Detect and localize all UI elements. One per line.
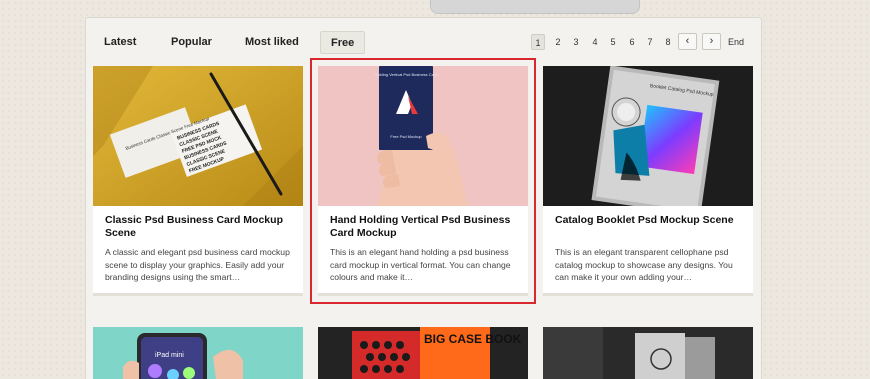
dark-scene-image — [543, 327, 753, 379]
mockup-card-thumbnail[interactable]: BIG CASE BOOK — [318, 327, 528, 379]
tab-most-liked[interactable]: Most liked — [245, 31, 299, 53]
card-description: A classic and elegant psd business card … — [105, 247, 290, 282]
device-edge-decoration — [430, 0, 640, 14]
card-title[interactable]: Hand Holding Vertical Psd Business Card … — [330, 214, 518, 240]
page-4[interactable]: 4 — [588, 34, 602, 50]
mockup-gallery-panel: Latest Popular Most liked Free 1 2 3 4 5… — [85, 17, 762, 379]
end-page-button[interactable]: End — [725, 34, 747, 50]
page-8[interactable]: 8 — [661, 34, 675, 50]
card-title[interactable]: Catalog Booklet Psd Mockup Scene — [555, 214, 743, 227]
page-3[interactable]: 3 — [569, 34, 583, 50]
page-1[interactable]: 1 — [531, 34, 545, 50]
tab-free[interactable]: Free — [320, 31, 366, 54]
page-2[interactable]: 2 — [551, 34, 565, 50]
next-page-button[interactable]: › — [702, 33, 721, 50]
card-thumbnail: BUSINESS CARDS CLASSIC SCENE FREE PSD MO… — [93, 66, 303, 206]
mockup-card[interactable]: BUSINESS CARDS CLASSIC SCENE FREE PSD MO… — [93, 66, 303, 296]
card-description: This is an elegant hand holding a psd bu… — [330, 247, 511, 282]
card-image-caption-top: Holding Vertical Psd Business Card — [375, 72, 438, 77]
tab-popular[interactable]: Popular — [171, 31, 212, 53]
big-case-book-image: BIG CASE BOOK — [318, 327, 528, 379]
mockup-card-thumbnail[interactable]: iPad mini — [93, 327, 303, 379]
mockup-card-thumbnail[interactable] — [543, 327, 753, 379]
hand-holding-card-image: Holding Vertical Psd Business Card Free … — [318, 66, 528, 206]
pagination: 1 2 3 4 5 6 7 8 ‹ › End — [531, 33, 751, 54]
mockup-card[interactable]: Booklet Catalog Psd Mockup Catalog Bookl… — [543, 66, 753, 296]
prev-page-button[interactable]: ‹ — [678, 33, 697, 50]
page-7[interactable]: 7 — [643, 34, 657, 50]
card-title[interactable]: Classic Psd Business Card Mockup Scene — [105, 214, 293, 240]
thumbnail-caption: BIG CASE BOOK — [424, 332, 522, 346]
card-description: This is an elegant transparent cellophan… — [555, 247, 733, 282]
catalog-booklet-image: Booklet Catalog Psd Mockup — [543, 66, 753, 206]
page-6[interactable]: 6 — [625, 34, 639, 50]
card-thumbnail: Holding Vertical Psd Business Card Free … — [318, 66, 528, 206]
business-card-scene-image: BUSINESS CARDS CLASSIC SCENE FREE PSD MO… — [93, 66, 303, 206]
card-thumbnail: Booklet Catalog Psd Mockup — [543, 66, 753, 206]
mockup-card-selected[interactable]: Holding Vertical Psd Business Card Free … — [310, 58, 536, 304]
ipad-mini-image: iPad mini — [93, 327, 303, 379]
page-5[interactable]: 5 — [606, 34, 620, 50]
thumbnail-caption: iPad mini — [155, 352, 184, 359]
tab-latest[interactable]: Latest — [104, 31, 136, 53]
card-image-caption-bottom: Free Psd Mockup — [390, 134, 422, 139]
